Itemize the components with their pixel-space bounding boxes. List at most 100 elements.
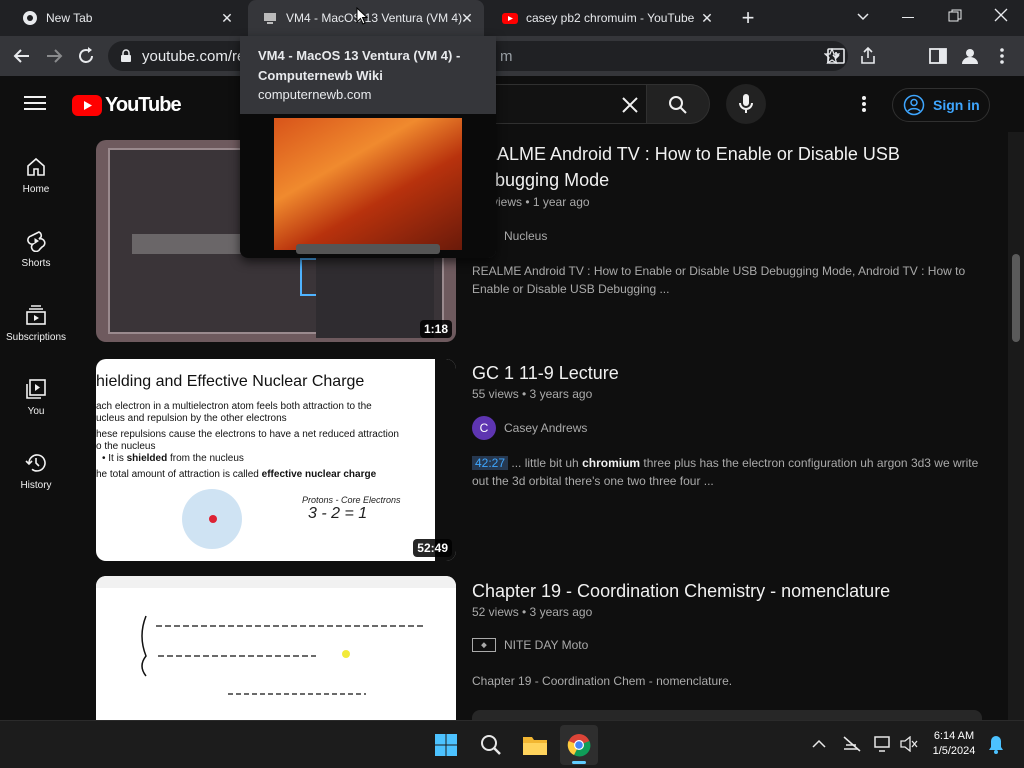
sidebar-item-subscriptions[interactable]: Subscriptions: [0, 300, 72, 374]
video-title[interactable]: REALME Android TV : How to Enable or Dis…: [472, 141, 900, 193]
clear-search-icon[interactable]: [621, 96, 639, 114]
taskbar-chrome-button[interactable]: [560, 725, 598, 765]
ventura-wallpaper-image: [274, 118, 462, 250]
slide-heading: hielding and Effective Nuclear Charge: [96, 373, 365, 390]
sidebar-item-label: History: [20, 480, 52, 491]
side-panel-icon[interactable]: [926, 44, 950, 68]
windows-taskbar: 6:14 AM 1/5/2024: [0, 720, 1024, 768]
handwritten-note: 3 - 2 = 1: [308, 505, 368, 522]
channel-link[interactable]: ◆ NITE DAY Moto: [472, 638, 588, 652]
show-hidden-icons-icon[interactable]: [812, 739, 826, 749]
slide-text: It is: [108, 453, 127, 464]
channel-avatar: C: [472, 416, 496, 440]
tab-new-tab[interactable]: New Tab ✕: [8, 0, 244, 36]
install-app-icon[interactable]: [824, 44, 848, 68]
notification-bell-icon[interactable]: [988, 735, 1004, 755]
volume-muted-icon[interactable]: [900, 736, 918, 752]
whiteboard-toolbar: [96, 576, 456, 588]
network-icon[interactable]: [842, 735, 862, 753]
channel-name: NITE DAY Moto: [504, 638, 589, 652]
video-description: 42:27 ... little bit uh chromium three p…: [472, 454, 992, 490]
channel-name[interactable]: Nucleus: [504, 229, 547, 243]
taskbar-search-icon[interactable]: [480, 734, 502, 756]
video-meta: 55 views • 3 years ago: [472, 387, 593, 401]
video-title[interactable]: Chapter 19 - Coordination Chemistry - no…: [472, 578, 890, 604]
youtube-favicon: [502, 13, 518, 24]
windows-start-icon[interactable]: [434, 733, 458, 757]
url-text: youtube.com/re: [142, 48, 246, 65]
lock-icon[interactable]: [120, 49, 132, 63]
video-title[interactable]: GC 1 11-9 Lecture: [472, 360, 619, 386]
tab-youtube[interactable]: casey pb2 chromuim - YouTube ✕: [488, 0, 724, 36]
voice-search-button[interactable]: [726, 84, 766, 124]
chrome-icon: [23, 11, 37, 25]
slide-bullet: • It is shielded from the nucleus: [102, 453, 244, 464]
chrome-icon: [567, 734, 591, 757]
sidebar-item-label: You: [27, 406, 45, 417]
search-button[interactable]: [646, 84, 710, 124]
channel-link[interactable]: C Casey Andrews: [472, 416, 587, 440]
slide-bullets: ach electron in a multielectron atom fee…: [96, 401, 399, 481]
slide-text: he total amount of attraction is called: [96, 469, 262, 480]
close-icon[interactable]: ✕: [458, 9, 476, 27]
display-icon[interactable]: [874, 735, 894, 753]
tab-title: VM4 - MacOS 13 Ventura (VM 4): [286, 11, 462, 25]
page-scrollbar[interactable]: [1008, 132, 1024, 720]
handwritten-note: Protons - Core Electrons: [302, 495, 401, 505]
sign-in-button[interactable]: Sign in: [892, 88, 990, 122]
sidebar-item-you[interactable]: You: [0, 374, 72, 448]
new-tab-button[interactable]: +: [736, 6, 760, 30]
sidebar-item-history[interactable]: History: [0, 448, 72, 522]
close-icon[interactable]: ✕: [218, 9, 236, 27]
hamburger-menu-icon[interactable]: [24, 94, 46, 112]
video-description: REALME Android TV : How to Enable or Dis…: [472, 262, 992, 298]
back-icon[interactable]: [10, 44, 34, 68]
mac-dock-image: [296, 244, 440, 254]
handwritten-chemistry-image: [141, 615, 426, 695]
description-line: Enable or Disable USB Debugging ...: [472, 282, 670, 296]
youtube-logo[interactable]: YouTube: [72, 94, 182, 117]
slide-bullet: he total amount of attraction is called …: [96, 469, 399, 481]
search-icon: [669, 96, 687, 114]
description-line: out the 3d orbital there's one two three…: [472, 474, 714, 488]
reload-icon[interactable]: [74, 44, 98, 68]
video-meta: 52 views • 3 years ago: [472, 605, 593, 619]
description-line: 42:27 ... little bit uh chromium three p…: [472, 454, 992, 472]
menu-kebab-icon[interactable]: [990, 44, 1014, 68]
tab-title: New Tab: [46, 11, 93, 25]
video-thumbnail[interactable]: hielding and Effective Nuclear Charge ac…: [96, 359, 456, 561]
hover-card-title: VM4 - MacOS 13 Ventura (VM 4) - Computer…: [258, 48, 461, 83]
scrollbar-thumb[interactable]: [1012, 254, 1020, 342]
close-icon[interactable]: ✕: [698, 9, 716, 27]
search-input[interactable]: [470, 84, 646, 124]
shorts-icon: [27, 231, 46, 252]
file-explorer-icon[interactable]: [522, 734, 548, 756]
restore-button[interactable]: [948, 9, 962, 23]
tab-hover-card: VM4 - MacOS 13 Ventura (VM 4) - Computer…: [240, 36, 496, 258]
settings-panel-image: [316, 250, 434, 338]
tab-title: casey pb2 chromuim - YouTube: [526, 11, 695, 25]
minimize-button[interactable]: [902, 17, 914, 18]
sidebar-item-home[interactable]: Home: [0, 152, 72, 226]
timestamp-chip[interactable]: 42:27: [472, 456, 509, 470]
thumb-letterbox: [435, 359, 456, 561]
settings-kebab-icon[interactable]: [854, 94, 874, 114]
profile-icon[interactable]: [958, 44, 982, 68]
browser-tab-strip: New Tab ✕ VM4 - MacOS 13 Ventura (VM 4) …: [0, 0, 1024, 36]
forward-icon[interactable]: [42, 44, 66, 68]
video-duration: 52:49: [413, 539, 452, 557]
sign-in-label: Sign in: [933, 97, 980, 113]
slide-bullet: ach electron in a multielectron atom fee…: [96, 401, 372, 412]
video-description: Chapter 19 - Coordination Chem - nomencl…: [472, 674, 733, 688]
close-window-button[interactable]: [994, 8, 1008, 22]
share-icon[interactable]: [856, 44, 880, 68]
video-thumbnail[interactable]: [96, 576, 456, 736]
hover-card-domain: computernewb.com: [258, 87, 372, 102]
clock-date: 1/5/2024: [932, 745, 976, 757]
tab-search-icon[interactable]: [856, 10, 870, 24]
youtube-logo-text: YouTube: [105, 94, 182, 116]
taskbar-clock[interactable]: 6:14 AM 1/5/2024: [926, 729, 982, 759]
sidebar-item-shorts[interactable]: Shorts: [0, 226, 72, 300]
active-app-indicator: [572, 761, 586, 764]
slide-bullet: hese repulsions cause the electrons to h…: [96, 429, 399, 440]
